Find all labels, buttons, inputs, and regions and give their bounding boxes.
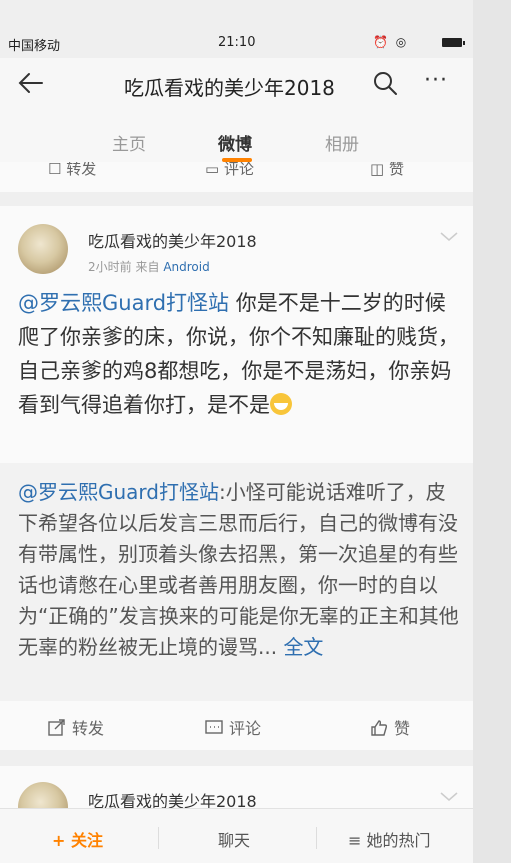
back-arrow-icon[interactable] <box>16 68 46 98</box>
page-title: 吃瓜看戏的美少年2018 <box>124 76 335 100</box>
divider <box>316 827 317 849</box>
profile-tabs: 主页 微博 相册 <box>0 110 473 162</box>
screen-edge <box>473 0 511 863</box>
prev-comment-button[interactable]: ▭ 评论 <box>205 162 254 179</box>
grin-emoji-icon <box>270 393 292 415</box>
repost-button[interactable]: 转发 <box>48 715 104 739</box>
post-mention-link[interactable]: @罗云熙Guard打怪站 <box>18 291 229 315</box>
prev-repost-label: 转发 <box>66 162 97 178</box>
chat-button[interactable]: 聊天 <box>218 827 250 851</box>
full-text-link[interactable]: 全文 <box>283 635 323 659</box>
like-button[interactable]: 赞 <box>370 715 410 739</box>
post-actions: 转发 评论 赞 <box>0 701 473 750</box>
prev-comment-label: 评论 <box>223 162 254 178</box>
status-time: 21:10 <box>218 35 256 50</box>
tab-home[interactable]: 主页 <box>112 130 146 155</box>
chevron-down-icon[interactable] <box>440 232 458 242</box>
next-post-chevron-down-icon[interactable] <box>440 792 458 802</box>
phone-screen: 中国移动 21:10 ⏰ ◎ 吃瓜看戏的美少年2018 ··· 主页 微博 相册… <box>0 0 473 863</box>
comment-label: 评论 <box>229 719 262 738</box>
avatar[interactable] <box>18 224 68 274</box>
prev-like-button[interactable]: ◫ 赞 <box>370 162 404 179</box>
post-author[interactable]: 吃瓜看戏的美少年2018 <box>88 228 257 252</box>
repost-label: 转发 <box>72 719 105 738</box>
prev-like-label: 赞 <box>388 162 404 178</box>
hot-posts-button[interactable]: ≡ 她的热门 <box>348 827 431 851</box>
source-prefix: 来自 <box>135 260 160 274</box>
post-source: Android <box>163 260 210 274</box>
thumbs-up-icon <box>371 720 388 736</box>
post-time: 2小时前 <box>88 260 132 274</box>
repost-body: @罗云熙Guard打怪站:小怪可能说话难听了，皮下希望各位以后发言三思而后行，自… <box>18 477 463 663</box>
divider <box>158 827 159 849</box>
like-label: 赞 <box>394 719 411 738</box>
status-icons: ⏰ ◎ <box>373 35 409 49</box>
carrier-name: 中国移动 <box>8 39 61 54</box>
repost-mention-link[interactable]: @罗云熙Guard打怪站 <box>18 480 219 504</box>
repost-icon <box>48 719 65 736</box>
battery-icon <box>442 38 465 47</box>
reposted-content[interactable]: @罗云熙Guard打怪站:小怪可能说话难听了，皮下希望各位以后发言三思而后行，自… <box>0 463 473 701</box>
prev-post-actions: ☐ 转发 ▭ 评论 ◫ 赞 <box>0 162 473 192</box>
post-body: @罗云熙Guard打怪站 你是不是十二岁的时候爬了你亲爹的床，你说，你个不知廉耻… <box>18 286 463 422</box>
post-card[interactable]: 吃瓜看戏的美少年2018 2小时前 来自 Android @罗云熙Guard打怪… <box>0 206 473 750</box>
prev-repost-button[interactable]: ☐ 转发 <box>48 162 96 179</box>
follow-button[interactable]: + 关注 <box>52 827 103 851</box>
nav-bar: 吃瓜看戏的美少年2018 ··· <box>0 58 473 110</box>
tab-weibo[interactable]: 微博 <box>218 130 252 155</box>
repost-text: :小怪可能说话难听了，皮下希望各位以后发言三思而后行，自己的微博有没有带属性，别… <box>18 480 459 659</box>
tab-album[interactable]: 相册 <box>325 130 359 155</box>
search-icon[interactable] <box>372 70 398 96</box>
post-meta: 2小时前 来自 Android <box>88 258 210 275</box>
more-icon[interactable]: ··· <box>424 68 448 93</box>
comment-icon <box>205 720 223 734</box>
status-bar: 中国移动 21:10 ⏰ ◎ <box>0 28 473 58</box>
comment-button[interactable]: 评论 <box>205 715 261 739</box>
bottom-action-bar: + 关注 聊天 ≡ 她的热门 <box>0 808 473 863</box>
